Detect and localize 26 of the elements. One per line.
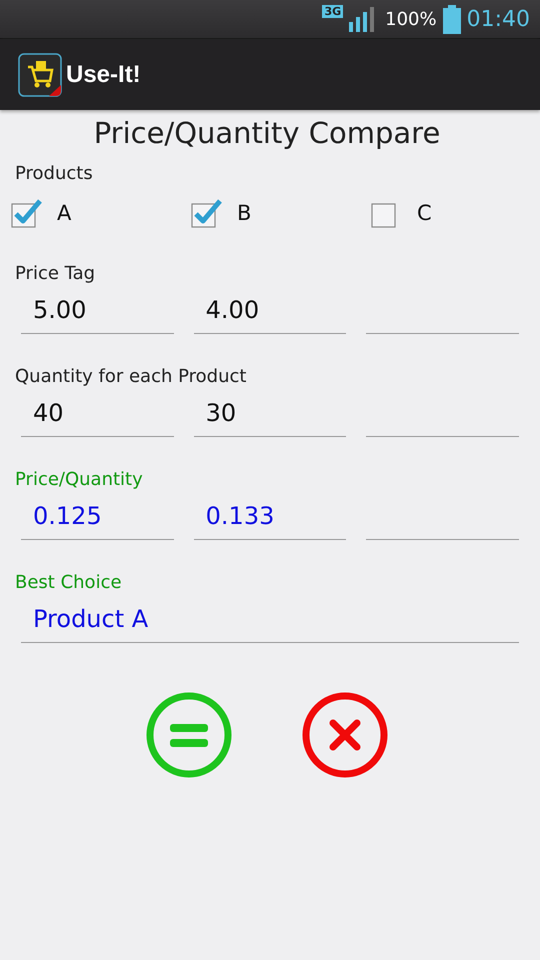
input-field[interactable]: 4.00 [194,290,346,334]
input-field[interactable]: 40 [21,393,174,437]
checkbox[interactable] [191,198,225,228]
battery-percent: 100% [385,8,437,30]
equals-button[interactable] [145,691,233,779]
section-label: Price Tag [15,262,96,286]
input-field[interactable]: Product A [21,599,519,643]
checkbox[interactable] [11,198,45,228]
checkbox-label[interactable]: A [57,201,72,225]
checkbox-label[interactable]: C [417,201,432,225]
close-button[interactable] [301,691,389,779]
network-badge: 3G [322,5,344,18]
section-label: Best Choice [15,571,123,595]
battery-icon [442,4,461,34]
clock: 01:40 [466,6,530,32]
checkbox-label[interactable]: B [237,201,252,225]
screen-title: Price/Quantity Compare [92,116,442,150]
input-field[interactable]: 30 [194,393,346,437]
input-field[interactable]: 0.133 [194,496,346,540]
input-field[interactable]: 5.00 [21,290,174,334]
cart-icon [18,52,62,96]
section-label: Price/Quantity [15,468,144,492]
app-title: Use-It! [66,60,141,88]
input-field[interactable]: 0.125 [21,496,174,540]
section-label: Quantity for each Product [15,365,248,389]
section-label: Products [15,162,94,186]
